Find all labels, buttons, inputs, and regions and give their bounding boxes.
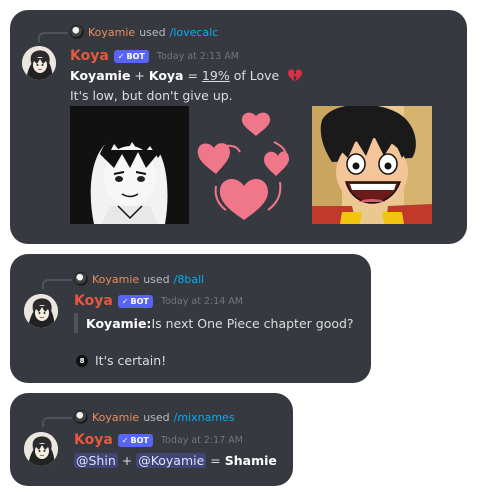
reply-command[interactable]: /mixnames	[174, 411, 235, 424]
mention-shin[interactable]: @Shin	[74, 453, 118, 468]
mixnames-result-line: @Shin + @Koyamie = Shamie	[74, 453, 277, 468]
check-icon: ✓	[121, 435, 129, 445]
bot-badge: ✓ BOT	[113, 49, 149, 63]
broken-heart-icon	[288, 69, 303, 82]
reply-context[interactable]: Koyamie used /8ball	[74, 272, 204, 286]
reply-connector	[42, 417, 72, 427]
mention-koyamie[interactable]: @Koyamie	[136, 453, 207, 468]
8ball-icon: 8	[76, 354, 88, 367]
message-header: Koya ✓ BOT Today at 2:17 AM	[74, 432, 243, 448]
user-mini-avatar[interactable]	[74, 410, 88, 424]
user-mini-avatar[interactable]	[74, 272, 88, 286]
reply-context[interactable]: Koyamie used /lovecalc	[70, 25, 218, 39]
bot-avatar[interactable]	[22, 46, 56, 80]
lovecalc-comment: It's low, but don't give up.	[70, 88, 233, 103]
message-header: Koya ✓ BOT Today at 2:14 AM	[74, 293, 243, 309]
mixed-name-result: Shamie	[224, 453, 277, 468]
message-card-8ball: Koyamie used /8ball Koya ✓ BOT Today at 2…	[10, 254, 371, 383]
bot-avatar[interactable]	[24, 294, 58, 328]
answer-text: It's certain!	[95, 353, 167, 368]
bot-badge: ✓ BOT	[117, 294, 153, 308]
question-author: Koyamie:	[86, 315, 152, 331]
name-1: Koyamie	[70, 68, 131, 83]
reply-command[interactable]: /8ball	[174, 273, 205, 286]
plus-sign: +	[117, 453, 137, 468]
reply-connector	[42, 279, 72, 289]
message-header: Koya ✓ BOT Today at 2:13 AM	[70, 48, 239, 64]
question-text: Is next One Piece chapter good?	[151, 315, 354, 331]
bot-badge-label: BOT	[130, 435, 149, 445]
bot-badge-label: BOT	[130, 296, 149, 306]
reply-used-text: used	[143, 272, 170, 286]
plus-sign: +	[130, 68, 149, 83]
bot-avatar[interactable]	[24, 432, 58, 466]
answer-line: 8 It's certain!	[76, 353, 166, 368]
bot-avatar-image[interactable]	[312, 106, 432, 224]
bot-badge: ✓ BOT	[117, 433, 153, 447]
reply-used-text: used	[143, 410, 170, 424]
love-percent: 19%	[201, 68, 230, 83]
timestamp: Today at 2:13 AM	[156, 50, 239, 62]
bot-username[interactable]: Koya	[74, 293, 113, 309]
user-avatar-image[interactable]	[70, 106, 189, 224]
bot-username[interactable]: Koya	[70, 48, 109, 64]
reply-command[interactable]: /lovecalc	[170, 26, 219, 39]
check-icon: ✓	[117, 51, 125, 61]
reply-username[interactable]: Koyamie	[92, 273, 139, 286]
love-suffix: of Love	[229, 68, 280, 83]
timestamp: Today at 2:14 AM	[160, 295, 243, 307]
message-card-lovecalc: Koyamie used /lovecalc Koya ✓ BOT Today a…	[10, 10, 467, 244]
timestamp: Today at 2:17 AM	[160, 434, 243, 446]
reply-username[interactable]: Koyamie	[92, 411, 139, 424]
bot-username[interactable]: Koya	[74, 432, 113, 448]
hearts-icon	[196, 110, 296, 220]
reply-username[interactable]: Koyamie	[88, 26, 135, 39]
question-quote: Koyamie: Is next One Piece chapter good?	[74, 313, 354, 333]
reply-context[interactable]: Koyamie used /mixnames	[74, 410, 235, 424]
check-icon: ✓	[121, 296, 129, 306]
lovecalc-result-line: Koyamie + Koya = 19% of Love	[70, 68, 303, 83]
user-mini-avatar[interactable]	[70, 25, 84, 39]
reply-used-text: used	[139, 25, 166, 39]
name-2: Koya	[148, 68, 184, 83]
equals-sign: =	[206, 453, 225, 468]
equals-sign: =	[183, 68, 202, 83]
bot-badge-label: BOT	[126, 51, 145, 61]
reply-connector	[38, 32, 68, 42]
message-card-mixnames: Koyamie used /mixnames Koya ✓ BOT Today a…	[10, 393, 293, 486]
